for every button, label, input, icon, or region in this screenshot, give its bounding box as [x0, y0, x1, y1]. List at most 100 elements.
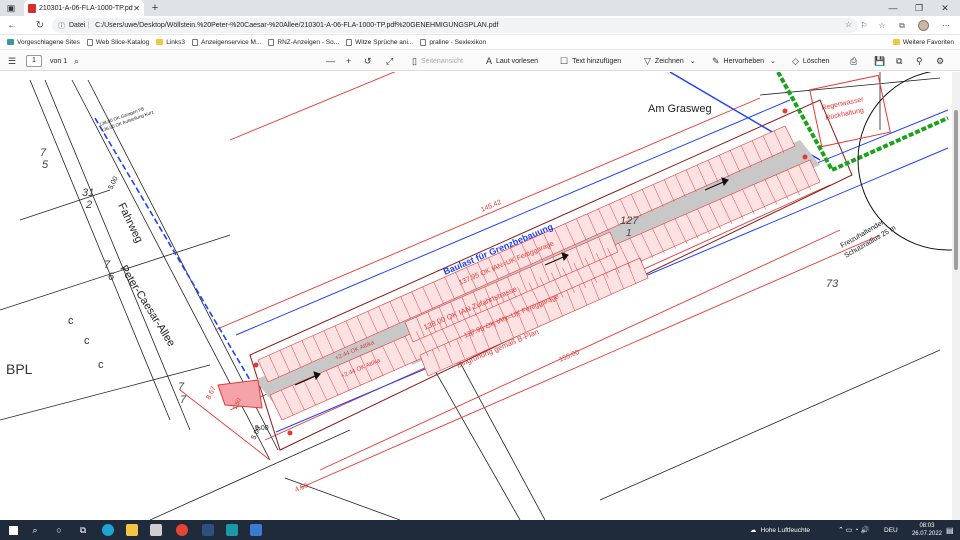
app-icon[interactable] — [148, 520, 164, 540]
label-lot-7-7-top: 7 — [178, 381, 185, 393]
task-view-icon[interactable]: ⧉ — [76, 520, 90, 540]
weather-widget[interactable]: ☁ Hohe Luftfeuchte — [750, 520, 810, 540]
zoom-out-icon[interactable]: — — [326, 51, 339, 71]
app-icon-blue[interactable] — [200, 520, 216, 540]
page-current[interactable]: 1 — [26, 55, 42, 67]
read-aloud-button[interactable]: A Laut vorlesen — [486, 51, 538, 71]
bookmark-links3[interactable]: Links3 — [156, 39, 185, 46]
close-tab-icon[interactable]: ✕ — [133, 4, 140, 13]
folder-icon — [156, 39, 164, 45]
page-icon — [346, 38, 353, 46]
file-explorer-icon[interactable] — [124, 520, 140, 540]
bookmark-label: Vorgeschlagene Sites — [17, 38, 80, 46]
cortana-icon[interactable]: ○ — [52, 520, 66, 540]
edge-icon[interactable] — [100, 520, 116, 540]
settings-gear-icon[interactable]: ⚙ — [936, 51, 948, 71]
rotate-icon[interactable]: ↺ — [364, 51, 376, 71]
page-icon — [86, 38, 93, 46]
draw-label: Zeichnen — [654, 57, 684, 65]
search-icon[interactable]: ⌕ — [28, 520, 42, 540]
print-icon[interactable]: ⎙ — [850, 51, 861, 71]
label-c-2: c — [84, 335, 90, 347]
pdf-file-icon — [28, 3, 36, 13]
draw-button[interactable]: ▽ Zeichnen ⌄ — [644, 51, 696, 71]
page-number-input[interactable]: 1 — [26, 51, 42, 71]
bookmark-vorgeschlagene[interactable]: Vorgeschlagene Sites — [7, 39, 80, 46]
label-lot-7-6-bottom: 6 — [108, 271, 115, 283]
vertical-scrollbar[interactable] — [952, 72, 960, 520]
bookmark-label: Links3 — [166, 38, 186, 46]
apps-icon — [7, 39, 14, 45]
label-lot-7-7-bottom: 7 — [180, 394, 187, 406]
zoom-in-icon[interactable]: + — [346, 51, 355, 71]
info-icon[interactable]: ⓘ — [58, 21, 65, 31]
chevron-down-icon[interactable]: ⌄ — [690, 57, 696, 65]
bookmark-label: Weitere Favoriten — [902, 38, 954, 46]
windows-start-icon[interactable] — [6, 520, 20, 540]
language-indicator[interactable]: DEU — [884, 520, 898, 540]
address-field[interactable]: ⓘ Datei | C:/Users/uwe/Desktop/Wöllstein… — [52, 18, 858, 33]
app-icon-teal[interactable] — [224, 520, 240, 540]
pdf-viewer[interactable]: Am Grasweg Fahrweg Peter-Caesar-Allee Ba… — [0, 72, 960, 520]
bookmark-rnz[interactable]: RNZ-Anzeigen - So... — [268, 38, 339, 46]
bookmark-webslice[interactable]: Web Slice-Katalog — [86, 38, 150, 46]
profile-avatar[interactable] — [915, 17, 931, 34]
refresh-icon[interactable]: ↻ — [32, 20, 48, 31]
bookmark-label: Anzeigenservice M... — [201, 38, 262, 46]
scrollbar-thumb[interactable] — [954, 110, 958, 270]
tab-title: 210301-A-06-FLA-1000-TP.pdf — [39, 4, 134, 12]
address-bar-row: ← ↻ ⓘ Datei | C:/Users/uwe/Desktop/Wölls… — [0, 16, 960, 35]
dim-155: 155.00 — [558, 349, 581, 364]
collections-icon[interactable]: ⧉ — [894, 17, 910, 34]
clock-time: 08:03 — [919, 523, 935, 529]
read-aloud-label: Laut vorlesen — [496, 57, 539, 65]
highlight-label: Hervorheben — [723, 57, 765, 65]
fit-page-icon[interactable]: ⤢ — [386, 51, 397, 71]
page-icon — [420, 38, 427, 46]
save-icon[interactable]: 💾 — [874, 51, 889, 71]
add-text-button[interactable]: ☐ Text hinzufügen — [560, 51, 621, 71]
clock[interactable]: 08:03 26.07.2022 — [912, 522, 942, 538]
save-as-icon[interactable]: ⧉ — [896, 51, 906, 71]
maximize-icon[interactable]: ❐ — [906, 0, 932, 16]
back-icon[interactable]: ← — [4, 20, 20, 31]
tab-actions-icon[interactable]: ▣ — [0, 0, 22, 16]
erase-button[interactable]: ◇ Löschen — [792, 51, 829, 71]
bookmark-other-favorites[interactable]: Weitere Favoriten — [892, 38, 954, 46]
reading-view-icon[interactable]: ⚐ — [856, 17, 872, 34]
dim-900: 9.00 — [255, 425, 269, 432]
pdf-toolbar: ☰ 1 von 1 ⌕ — + ↺ ⤢ ▯ Seitenansicht A Laut… — [0, 51, 960, 71]
close-window-icon[interactable]: ✕ — [932, 0, 958, 16]
label-lot-7-6-top: 7 — [104, 259, 111, 271]
weather-icon: ☁ — [750, 527, 757, 534]
minimize-icon[interactable]: — — [880, 0, 906, 16]
label-bpl: BPL — [6, 361, 33, 377]
favorite-star-icon[interactable]: ☆ — [845, 20, 852, 29]
bookmark-anzeigenservice[interactable]: Anzeigenservice M... — [192, 38, 262, 46]
tray-icons[interactable]: ⌃ ▭ ◔ 🔊 — [838, 520, 869, 540]
notifications-icon[interactable]: ▤ — [946, 520, 954, 540]
highlight-button[interactable]: ✎ Hervorheben ⌄ — [712, 51, 776, 71]
page-total: von 1 — [50, 57, 68, 65]
app-icon-mf[interactable] — [248, 520, 264, 540]
bookmark-witze[interactable]: Witze Sprüche ani... — [346, 38, 414, 46]
folder-icon — [892, 39, 900, 45]
bookmarks-bar: Vorgeschlagene Sites Web Slice-Katalog L… — [0, 35, 960, 50]
find-icon[interactable]: ⌕ — [74, 51, 83, 71]
bookmark-label: Web Slice-Katalog — [95, 38, 150, 46]
address-separator: | — [87, 22, 90, 29]
browser-tab[interactable]: 210301-A-06-FLA-1000-TP.pdf ✕ — [24, 0, 144, 16]
taskbar: ⌕ ○ ⧉ ☁ Hohe Luftfeuchte ⌃ ▭ ◔ 🔊 DEU 08:… — [0, 520, 960, 540]
contents-icon[interactable]: ☰ — [8, 51, 20, 71]
chrome-icon[interactable] — [174, 520, 190, 540]
favorites-icon[interactable]: ☆ — [874, 17, 890, 34]
label-c-3: c — [98, 359, 104, 371]
more-menu-icon[interactable]: ⋯ — [938, 17, 954, 34]
new-tab-button[interactable]: + — [148, 2, 162, 14]
pin-icon[interactable]: ⚲ — [916, 51, 927, 71]
chevron-down-icon[interactable]: ⌄ — [770, 57, 776, 65]
page-view-button[interactable]: ▯ Seitenansicht — [412, 51, 463, 71]
bookmark-label: Witze Sprüche ani... — [355, 38, 414, 46]
page-icon — [268, 38, 275, 46]
bookmark-praline[interactable]: praline - Sexlexikon — [420, 38, 486, 46]
